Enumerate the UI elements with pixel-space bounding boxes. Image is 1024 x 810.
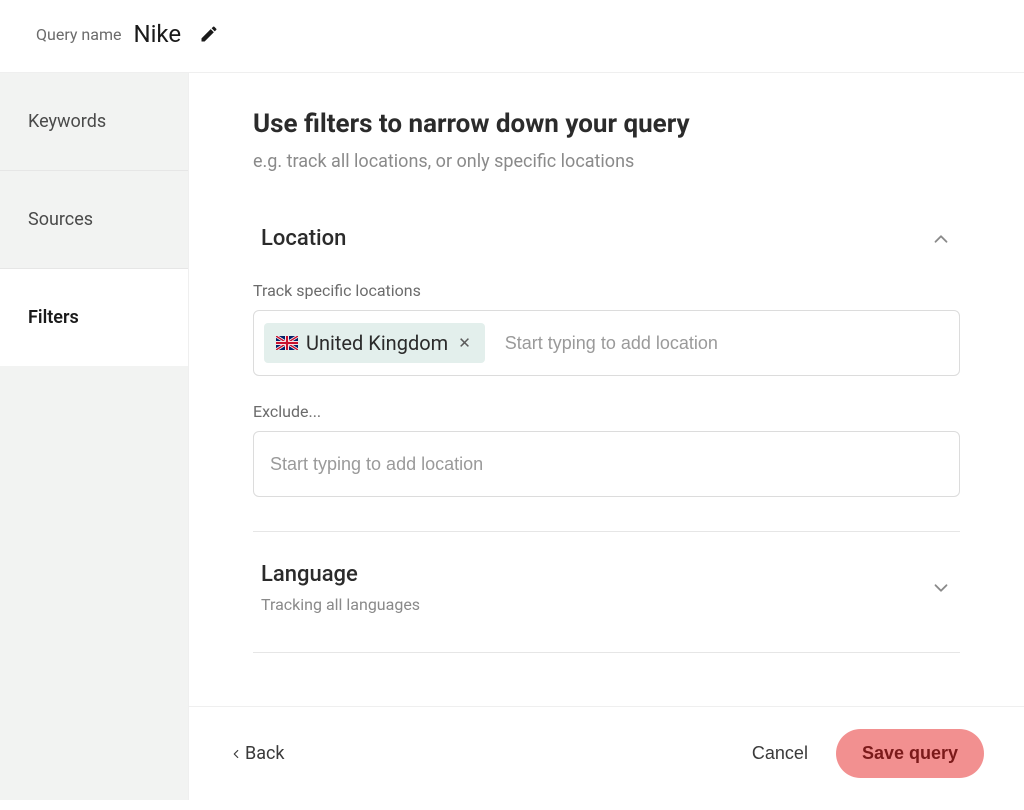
back-label: Back [245, 743, 285, 764]
sidebar-item-keywords[interactable]: Keywords [0, 73, 188, 171]
location-include-input-wrap[interactable]: United Kingdom ✕ [253, 310, 960, 376]
location-include-label: Track specific locations [253, 281, 960, 300]
language-accordion-toggle[interactable]: Language Tracking all languages [253, 558, 960, 618]
sidebar-item-label: Keywords [28, 111, 106, 132]
location-title: Location [261, 226, 346, 251]
chevron-left-icon [229, 747, 243, 761]
chevron-up-icon [930, 228, 952, 250]
sidebar-item-sources[interactable]: Sources [0, 171, 188, 269]
uk-flag-icon [276, 336, 298, 350]
sidebar-item-filters[interactable]: Filters [0, 269, 188, 366]
cancel-button[interactable]: Cancel [752, 743, 808, 764]
edit-icon[interactable] [199, 24, 219, 44]
location-accordion-toggle[interactable]: Location [253, 222, 960, 255]
sidebar-item-label: Filters [28, 307, 79, 328]
main-content: Use filters to narrow down your query e.… [189, 73, 1024, 706]
footer: Back Cancel Save query [189, 706, 1024, 800]
location-chip-label: United Kingdom [306, 331, 448, 355]
back-button[interactable]: Back [229, 743, 285, 764]
chip-remove-icon[interactable]: ✕ [456, 334, 473, 352]
location-exclude-input-wrap[interactable] [253, 431, 960, 497]
header: Query name Nike [0, 0, 1024, 73]
page-title: Use filters to narrow down your query [253, 109, 960, 139]
location-section: Location Track specific locations [253, 222, 960, 532]
location-chip: United Kingdom ✕ [264, 323, 485, 363]
sidebar: Keywords Sources Filters [0, 73, 188, 800]
sidebar-item-label: Sources [28, 209, 93, 230]
location-exclude-input[interactable] [264, 442, 949, 487]
language-subtitle: Tracking all languages [261, 595, 420, 614]
query-name-label: Query name [36, 25, 121, 44]
save-query-button[interactable]: Save query [836, 729, 984, 778]
location-exclude-label: Exclude... [253, 402, 960, 421]
chevron-down-icon [930, 577, 952, 599]
query-name-value: Nike [133, 20, 181, 48]
language-title: Language [261, 562, 420, 587]
location-include-input[interactable] [499, 321, 949, 366]
language-section: Language Tracking all languages [253, 558, 960, 653]
page-subtitle: e.g. track all locations, or only specif… [253, 151, 960, 172]
